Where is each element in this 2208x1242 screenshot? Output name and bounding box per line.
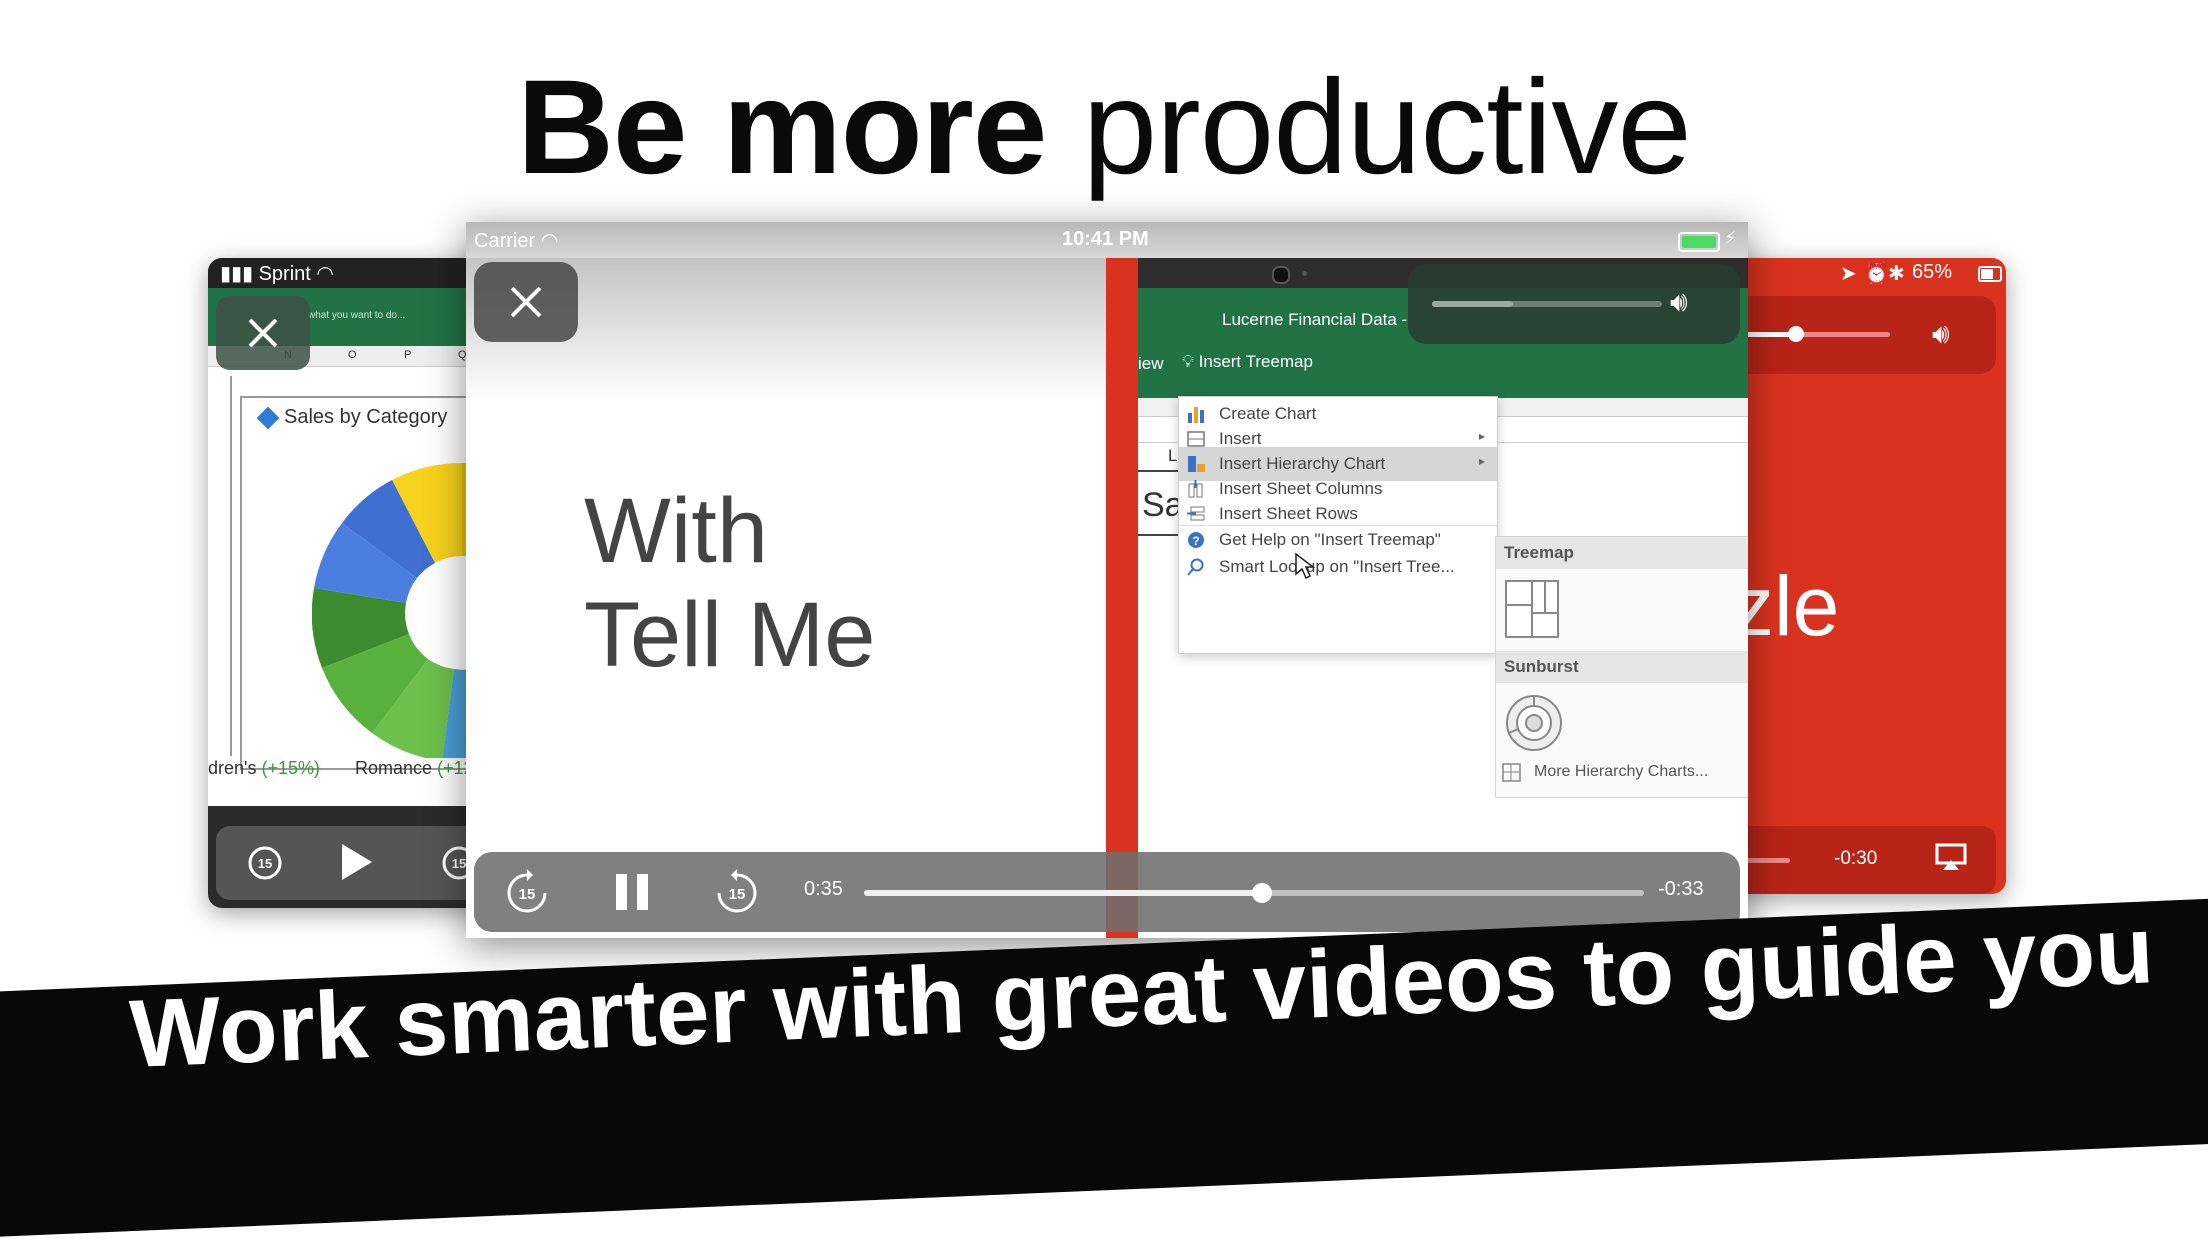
right-video-card[interactable]: ➤ ⏰ ✱ 65% 🔊︎ zzle -0:30 — [1710, 258, 2006, 894]
camera-icon — [1272, 266, 1290, 284]
smart-lookup-icon — [1187, 558, 1204, 576]
carrier-label: Carrier ◠ — [474, 230, 559, 252]
close-icon — [248, 318, 278, 348]
chart-icon — [1188, 407, 1204, 423]
more-hierarchy-charts[interactable]: More Hierarchy Charts... — [1496, 755, 1748, 791]
speaker-icon: 🔊︎ — [1932, 318, 1950, 349]
left-close-button[interactable] — [216, 296, 310, 370]
wifi-icon: ◠ — [540, 230, 559, 252]
right-volume-knob[interactable] — [1788, 326, 1804, 342]
left-skip-back-button[interactable]: 15 — [242, 840, 288, 886]
red-divider — [1106, 222, 1138, 938]
right-player-controls: -0:30 — [1710, 826, 1996, 894]
pause-button[interactable] — [610, 870, 654, 914]
insert-rows-icon — [1187, 506, 1205, 521]
sensor-dot — [1302, 271, 1307, 276]
skip-forward-15-icon: 15 — [717, 869, 757, 913]
scrub-knob[interactable] — [1251, 883, 1272, 903]
volume-hud[interactable]: 🔊︎ — [1408, 264, 1740, 344]
left-video-card[interactable]: ▮▮▮ Sprint ◠ what you want to do... N O … — [208, 258, 498, 908]
headline-light: productive — [1082, 53, 1692, 202]
right-status-bar: ➤ ⏰ ✱ 65% — [1710, 258, 2006, 288]
cursor-icon — [1295, 552, 1316, 580]
excel-file-title: Lucerne Financial Data - — [1222, 310, 1408, 329]
submenu-header-sunburst: Sunburst — [1496, 651, 1748, 683]
pause-icon — [616, 874, 648, 910]
excel-screen: Lucerne Financial Data - iew 💡︎ Insert T… — [1138, 258, 1748, 938]
battery-icon — [1678, 232, 1720, 252]
treemap-chart-option[interactable] — [1504, 579, 1560, 639]
right-volume-hud[interactable]: 🔊︎ — [1710, 296, 1996, 374]
column-header-l: L — [1168, 446, 1178, 465]
lightbulb-icon: 💡︎ — [1182, 352, 1194, 371]
column-header: O — [348, 349, 357, 361]
svg-text:15: 15 — [258, 856, 272, 871]
svg-text:15: 15 — [519, 886, 536, 903]
svg-text:?: ? — [1192, 534, 1199, 548]
tell-me-results-menu: Create Chart Insert ▸ Insert Hierarchy C… — [1178, 396, 1498, 654]
column-header: P — [404, 349, 412, 361]
charging-icon: ⚡︎ — [1724, 228, 1737, 248]
skip-forward-button[interactable]: 15 — [710, 866, 764, 920]
sunburst-chart-box[interactable]: Sales by Category — [240, 396, 498, 770]
close-button[interactable] — [474, 262, 578, 342]
left-player-controls: 15 15 — [216, 826, 498, 900]
scrub-bar[interactable] — [864, 883, 1644, 903]
left-caption: dren's (+15%) Romance (+12 — [208, 758, 474, 778]
view-tab[interactable]: iew — [1138, 354, 1164, 374]
elapsed-time: 0:35 — [804, 878, 843, 900]
hierarchy-submenu: Treemap Sunburst More Hierarchy Charts..… — [1495, 536, 1748, 798]
sunburst-icon — [1506, 695, 1562, 751]
submenu-header-treemap: Treemap — [1496, 537, 1748, 569]
skip-back-button[interactable]: 15 — [500, 866, 554, 920]
left-carrier-label: ▮▮▮ Sprint ◠ — [220, 263, 334, 285]
tag-icon — [256, 406, 280, 430]
slide-line-1: With — [584, 480, 768, 582]
close-icon — [510, 286, 542, 318]
headline: Be more productive — [0, 48, 2208, 209]
left-play-button[interactable] — [336, 842, 376, 882]
battery-icon — [1978, 266, 2002, 282]
wifi-icon: ◠ — [316, 263, 334, 285]
left-tell-me-hint: what you want to do... — [308, 310, 406, 321]
left-grid-line — [208, 376, 232, 756]
remaining-time: -0:33 — [1658, 878, 1704, 900]
insert-icon — [1187, 431, 1205, 447]
alarm-icon: ⏰ — [1864, 263, 1889, 285]
left-spreadsheet: N O P Q Sales by Category — [208, 346, 498, 806]
location-icon: ➤ — [1840, 263, 1857, 285]
volume-track[interactable] — [1432, 301, 1662, 307]
menu-item-smart-lookup[interactable]: Smart Lookup on "Insert Tree... — [1179, 550, 1497, 584]
svg-text:15: 15 — [452, 856, 466, 871]
hierarchy-chart-icon — [1188, 456, 1205, 472]
battery-percent: 65% — [1912, 261, 1953, 283]
speaker-icon: 🔊︎ — [1670, 286, 1688, 317]
slide-line-2: Tell Me — [584, 583, 876, 686]
bluetooth-icon: ✱ — [1888, 263, 1905, 285]
signal-icon: ▮▮▮ — [220, 263, 259, 285]
help-icon: ? — [1188, 532, 1204, 548]
left-status-bar: ▮▮▮ Sprint ◠ — [208, 258, 498, 288]
skip-back-15-icon: 15 — [248, 846, 282, 880]
submenu-arrow-icon: ▸ — [1478, 454, 1485, 468]
airplay-button[interactable] — [1934, 842, 1968, 872]
hierarchy-table-icon — [1502, 763, 1521, 782]
right-remaining-time: -0:30 — [1834, 848, 1878, 869]
volume-fill — [1432, 301, 1513, 307]
treemap-icon — [1505, 580, 1559, 638]
svg-text:15: 15 — [729, 886, 746, 903]
insert-columns-icon — [1188, 480, 1203, 498]
scrub-progress — [864, 890, 1262, 896]
play-icon — [342, 844, 372, 880]
sunburst-chart-option[interactable] — [1504, 693, 1564, 753]
status-time: 10:41 PM — [1062, 228, 1149, 250]
tell-me-box[interactable]: 💡︎ Insert Treemap — [1182, 352, 1313, 372]
airplay-icon — [1935, 843, 1967, 870]
slide-title: With Tell Me — [584, 480, 875, 688]
headline-bold: Be more — [517, 53, 1047, 202]
chart-title: Sales by Category — [256, 406, 447, 430]
center-status-bar: Carrier ◠ 10:41 PM ⚡︎ — [466, 222, 1748, 258]
submenu-arrow-icon: ▸ — [1478, 429, 1485, 443]
skip-back-15-icon: 15 — [507, 869, 547, 913]
